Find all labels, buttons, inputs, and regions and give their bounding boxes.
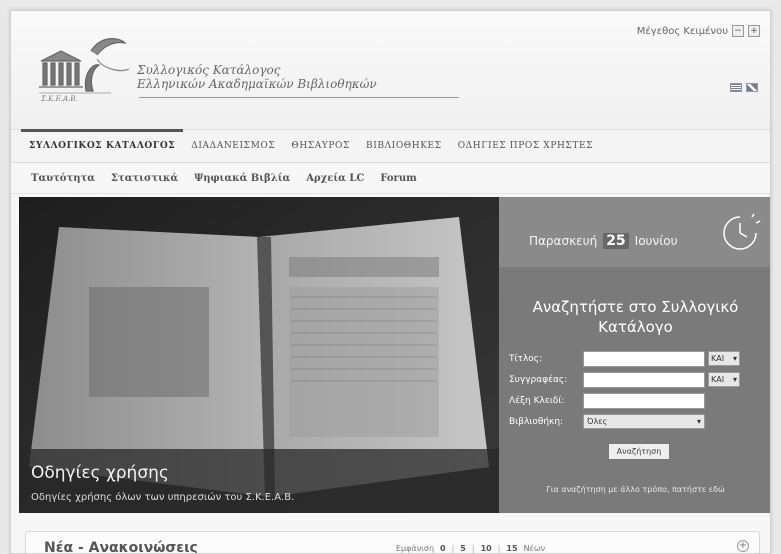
subnav-item-lc-files[interactable]: Αρχεία LC xyxy=(298,173,372,184)
hero-subtitle: Οδηγίες χρήσης όλων των υπηρεσιών του Σ.… xyxy=(31,492,295,503)
divider: | xyxy=(497,544,501,553)
news-page-5[interactable]: 5 xyxy=(460,544,466,553)
text-size-increase-button[interactable]: + xyxy=(748,25,760,37)
header: Σ.Κ.Ε.Α.Β. Συλλογικός Κατάλογος Ελληνικώ… xyxy=(11,11,770,129)
title-input[interactable] xyxy=(583,350,705,367)
hero-title[interactable]: Οδηγίες χρήσης xyxy=(31,463,169,483)
search-form: Τίτλος: ΚΑΙ ▾ Συγγραφέας: ΚΑΙ ▾ Λέξη Κλε… xyxy=(509,349,769,433)
news-page-15[interactable]: 15 xyxy=(506,544,517,553)
main-nav: ΣΥΛΛΟΓΙΚΟΣ ΚΑΤΑΛΟΓΟΣ ΔΙΑΔΑΝΕΙΣΜΟΣ ΘΗΣΑΥΡ… xyxy=(11,129,770,163)
keyword-input[interactable] xyxy=(583,392,705,409)
nav-item-thesaurus[interactable]: ΘΗΣΑΥΡΟΣ xyxy=(283,129,358,163)
author-operator-select[interactable]: ΚΑΙ ▾ xyxy=(708,372,740,387)
sub-nav: Ταυτότητα Στατιστικά Ψηφιακά Βιβλία Αρχε… xyxy=(11,164,770,194)
subnav-item-digital-books[interactable]: Ψηφιακά Βιβλία xyxy=(186,173,298,184)
site-title-line2: Ελληνικών Ακαδημαϊκών Βιβλιοθηκών xyxy=(137,77,377,91)
library-select-value: Όλες xyxy=(587,417,608,426)
title-operator-select[interactable]: ΚΑΙ ▾ xyxy=(708,351,740,366)
date-day-number: 25 xyxy=(603,233,629,249)
nav-item-interlibrary-loan[interactable]: ΔΙΑΔΑΝΕΙΣΜΟΣ xyxy=(183,129,283,163)
search-heading: Αναζητήστε στο Συλλογικό Κατάλογο xyxy=(532,298,739,336)
subnav-item-statistics[interactable]: Στατιστικά xyxy=(103,173,186,184)
news-paging-label: Εμφάνιση xyxy=(396,544,435,553)
text-size-control: Μέγεθος Κειμένου − + xyxy=(637,25,760,37)
hero-banner[interactable]: Οδηγίες χρήσης Οδηγίες χρήσης όλων των υ… xyxy=(19,197,499,513)
news-paging: Εμφάνιση 0 | 5 | 10 | 15 Νέων xyxy=(396,544,545,553)
chevron-down-icon: ▾ xyxy=(732,375,737,384)
logo-text: Σ.Κ.Ε.Α.Β. xyxy=(40,95,78,103)
subnav-item-identity[interactable]: Ταυτότητα xyxy=(23,173,103,184)
library-select[interactable]: Όλες ▾ xyxy=(583,414,705,429)
nav-item-catalog[interactable]: ΣΥΛΛΟΓΙΚΟΣ ΚΑΤΑΛΟΓΟΣ xyxy=(21,129,184,163)
date-day-name: Παρασκευή xyxy=(529,234,598,248)
date-month: Ιουνίου xyxy=(634,234,678,248)
search-button[interactable]: Αναζήτηση xyxy=(608,443,670,460)
title-operator-value: ΚΑΙ xyxy=(711,354,725,363)
english-flag-icon[interactable] xyxy=(746,83,758,92)
news-page-0[interactable]: 0 xyxy=(440,544,446,553)
current-date: Παρασκευή 25 Ιουνίου xyxy=(529,233,678,249)
site-title: Συλλογικός Κατάλογος Ελληνικών Ακαδημαϊκ… xyxy=(137,63,377,91)
divider: | xyxy=(471,544,475,553)
author-operator-value: ΚΑΙ xyxy=(711,375,725,384)
text-size-label: Μέγεθος Κειμένου xyxy=(636,25,728,37)
skeab-logo[interactable]: Σ.Κ.Ε.Α.Β. xyxy=(31,33,131,103)
clock-icon xyxy=(723,213,761,250)
author-row: Συγγραφέας: ΚΑΙ ▾ xyxy=(509,370,769,389)
keyword-row: Λέξη Κλειδί: xyxy=(509,391,769,410)
search-panel: Παρασκευή 25 Ιουνίου Αναζητήστε στο Συλλ… xyxy=(499,197,770,513)
title-rule xyxy=(139,97,459,98)
text-size-decrease-button[interactable]: − xyxy=(732,25,744,37)
page: Σ.Κ.Ε.Α.Β. Συλλογικός Κατάλογος Ελληνικώ… xyxy=(10,10,771,554)
chevron-down-icon: ▾ xyxy=(696,417,701,426)
nav-item-libraries[interactable]: ΒΙΒΛΙΟΘΗΚΕΣ xyxy=(358,129,450,163)
site-title-line1: Συλλογικός Κατάλογος xyxy=(137,63,281,77)
alternative-search-link[interactable]: Για αναζήτηση με άλλο τρόπο, πατήστε εδώ xyxy=(499,485,770,494)
news-page-10[interactable]: 10 xyxy=(481,544,492,553)
news-title: Νέα - Ανακοινώσεις xyxy=(44,540,198,554)
author-input[interactable] xyxy=(583,371,705,388)
language-switcher xyxy=(730,83,758,92)
greek-flag-icon[interactable] xyxy=(730,83,742,92)
nav-item-user-guide[interactable]: ΟΔΗΓΙΕΣ ΠΡΟΣ ΧΡΗΣΤΕΣ xyxy=(450,129,601,163)
news-box: Νέα - Ανακοινώσεις Εμφάνιση 0 | 5 | 10 |… xyxy=(25,531,760,554)
library-row: Βιβλιοθήκη: Όλες ▾ xyxy=(509,412,769,431)
expand-icon[interactable]: + xyxy=(737,540,749,552)
title-label: Τίτλος: xyxy=(509,353,543,364)
chevron-down-icon: ▾ xyxy=(732,354,737,363)
divider: | xyxy=(451,544,455,553)
keyword-label: Λέξη Κλειδί: xyxy=(509,395,565,406)
author-label: Συγγραφέας: xyxy=(509,374,568,385)
subnav-item-forum[interactable]: Forum xyxy=(372,173,424,184)
library-label: Βιβλιοθήκη: xyxy=(509,416,564,427)
news-all-label: Νέων xyxy=(523,544,546,553)
title-row: Τίτλος: ΚΑΙ ▾ xyxy=(509,349,769,368)
